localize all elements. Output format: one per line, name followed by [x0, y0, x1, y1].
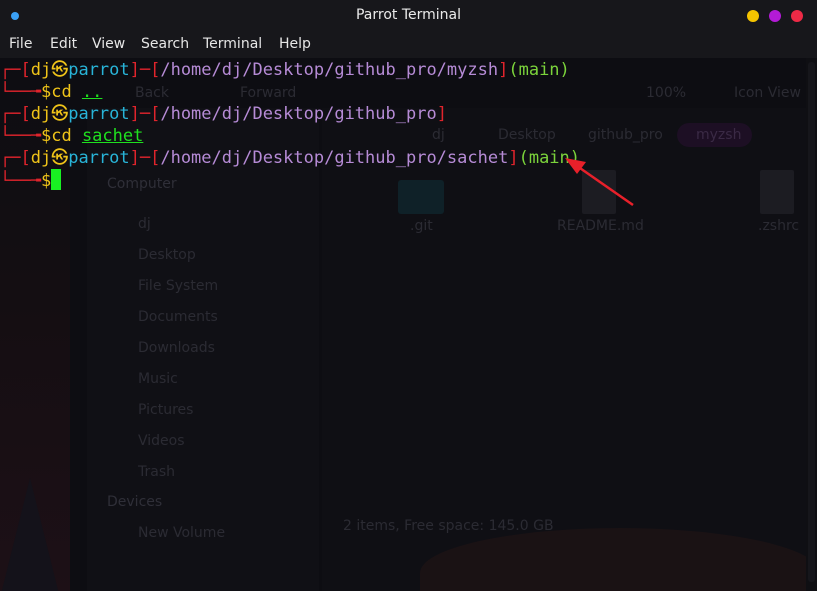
vertical-scrollbar[interactable]: [806, 58, 817, 591]
annotation-arrow: [565, 158, 634, 207]
arrow-head: [565, 158, 586, 174]
menu-terminal[interactable]: Terminal: [203, 36, 262, 52]
menu-help[interactable]: Help: [279, 36, 311, 52]
scroll-thumb[interactable]: [808, 62, 815, 582]
terminal-area[interactable]: Back Forward 100% Icon View dj Desktop g…: [0, 58, 806, 591]
maximize-button[interactable]: [769, 10, 781, 22]
arrow-shaft: [576, 164, 634, 207]
window-title: Parrot Terminal: [355, 7, 462, 23]
minimize-button[interactable]: [747, 10, 759, 22]
menu-bar: File Edit View Search Terminal Help: [0, 32, 817, 58]
menu-edit[interactable]: Edit: [50, 36, 77, 52]
menu-file[interactable]: File: [9, 36, 32, 52]
terminal-window: Parrot Terminal File Edit View Search Te…: [0, 0, 817, 591]
title-bar[interactable]: Parrot Terminal: [0, 0, 817, 32]
menu-search[interactable]: Search: [141, 36, 189, 52]
menu-view[interactable]: View: [92, 36, 125, 52]
close-button[interactable]: [791, 10, 803, 22]
